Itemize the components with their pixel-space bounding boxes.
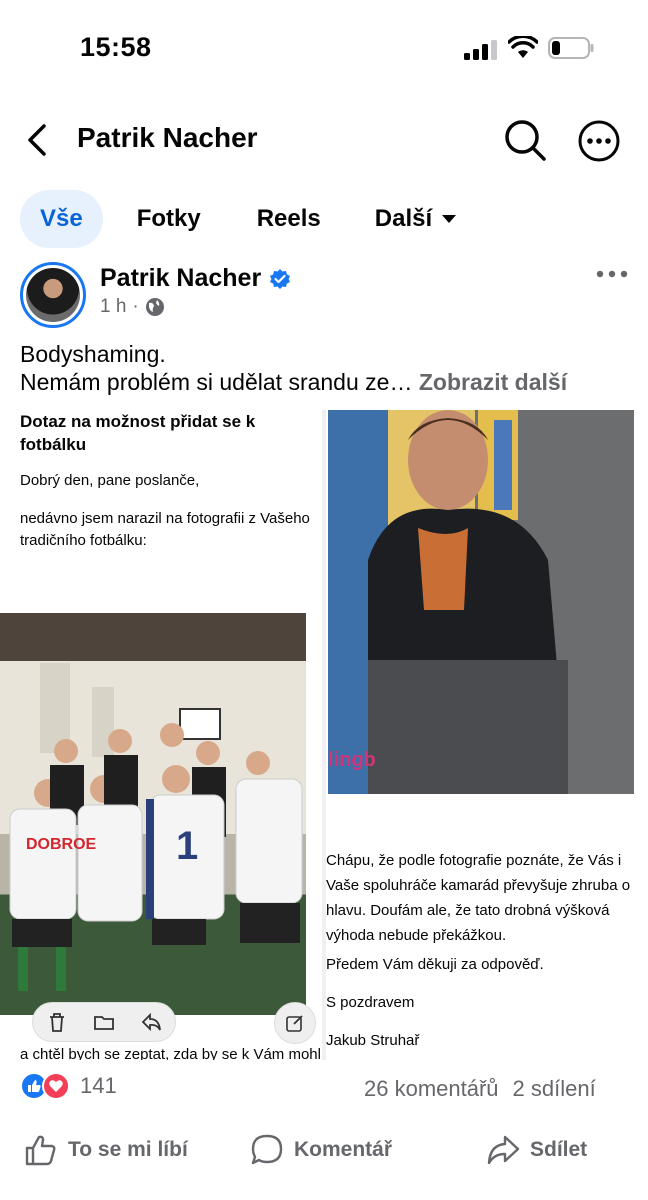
globe-icon: [145, 298, 164, 316]
portrait-photo: lingb: [328, 410, 634, 794]
post-media[interactable]: Dotaz na možnost přidat se k fotbálku Do…: [0, 410, 648, 1060]
svg-text:1: 1: [176, 824, 198, 868]
trash-icon[interactable]: [46, 1011, 68, 1033]
tab-all[interactable]: Vše: [20, 190, 103, 248]
email-screenshot-left: Dotaz na možnost přidat se k fotbálku Do…: [0, 410, 322, 1060]
compose-icon: [286, 1015, 303, 1032]
search-icon[interactable]: [503, 118, 547, 162]
svg-text:DOBROE: DOBROE: [26, 836, 97, 853]
share-button[interactable]: Sdílet: [486, 1126, 587, 1174]
cellular-signal-icon: [464, 40, 497, 60]
like-button[interactable]: To se mi líbí: [24, 1126, 188, 1174]
post-text-truncated: Nemám problém si udělat srandu ze…: [20, 369, 413, 395]
status-bar: 15:58: [0, 0, 648, 96]
battery-icon: [548, 37, 594, 59]
comment-button[interactable]: Komentář: [250, 1126, 392, 1174]
email-screenshot-right: lingb Chápu, že podle fotografie poznáte…: [326, 410, 648, 1060]
email-greeting: S pozdravem: [326, 994, 415, 1011]
meta-separator: ·: [132, 296, 139, 317]
email-salutation: Dobrý den, pane poslanče,: [20, 472, 200, 489]
comments-count[interactable]: 26 komentářů: [364, 1076, 499, 1101]
team-photo-illustration: 1 DOBROE: [9, 663, 303, 991]
post-author[interactable]: Patrik Nacher: [100, 264, 291, 293]
portrait-illustration: lingb: [328, 410, 634, 794]
svg-text:lingb: lingb: [328, 749, 376, 771]
post-actions: To se mi líbí Komentář Sdílet: [0, 1126, 648, 1174]
tab-photos[interactable]: Fotky: [137, 190, 201, 248]
team-photo: 1 DOBROE: [0, 613, 306, 1015]
tab-reels[interactable]: Reels: [257, 190, 321, 248]
post-author-name: Patrik Nacher: [100, 264, 262, 292]
caret-down-icon: [442, 215, 457, 223]
tab-more[interactable]: Další: [374, 190, 457, 248]
reply-icon[interactable]: [140, 1011, 162, 1033]
thumbs-up-icon: [25, 1135, 56, 1166]
comment-label: Komentář: [294, 1138, 393, 1161]
see-more-link[interactable]: Zobrazit další: [419, 369, 567, 395]
like-label: To se mi líbí: [68, 1138, 188, 1161]
status-time: 15:58: [80, 32, 152, 62]
folder-icon[interactable]: [93, 1011, 115, 1033]
share-label: Sdílet: [530, 1138, 588, 1161]
email-body-intro: nedávno jsem narazil na fotografii z Vaš…: [20, 510, 310, 549]
tab-more-label: Další: [374, 205, 433, 232]
wifi-icon: [508, 36, 538, 58]
shares-count[interactable]: 2 sdílení: [513, 1076, 596, 1101]
post-text-line1: Bodyshaming.: [20, 341, 166, 367]
avatar[interactable]: [20, 262, 86, 328]
post-options-icon[interactable]: [596, 266, 628, 282]
reaction-summary[interactable]: 141: [20, 1072, 117, 1100]
email-signature: Jakub Struhař: [326, 1032, 420, 1049]
page-header: Patrik Nacher: [0, 108, 648, 172]
more-options-icon[interactable]: [578, 120, 620, 162]
share-icon: [487, 1135, 520, 1165]
page-title: Patrik Nacher: [77, 122, 258, 153]
email-body-paragraph: Chápu, že podle fotografie poznáte, že V…: [326, 852, 631, 944]
email-thanks: Předem Vám děkuji za odpověď.: [326, 956, 544, 973]
markup-toolbar: [32, 1002, 176, 1042]
post-text-line2: Nemám problém si udělat srandu ze… Zobra…: [20, 368, 567, 396]
engagement-counts: 26 komentářů 2 sdílení: [364, 1076, 596, 1102]
compose-button[interactable]: [274, 1002, 316, 1044]
post-meta: 1 h ·: [100, 296, 165, 318]
post-time: 1 h: [100, 296, 127, 317]
comment-icon: [251, 1134, 283, 1165]
profile-tabs: Vše Fotky Reels Další: [20, 190, 457, 248]
email-body-continued: a chtěl bych se zeptat, zda by se k Vám …: [20, 1046, 321, 1060]
reactions-count: 141: [80, 1073, 117, 1098]
back-arrow-icon[interactable]: [24, 122, 52, 158]
verified-badge-icon: [270, 268, 291, 289]
email-subject: Dotaz na možnost přidat se k fotbálku: [20, 412, 256, 454]
love-reaction-icon: [42, 1072, 70, 1100]
